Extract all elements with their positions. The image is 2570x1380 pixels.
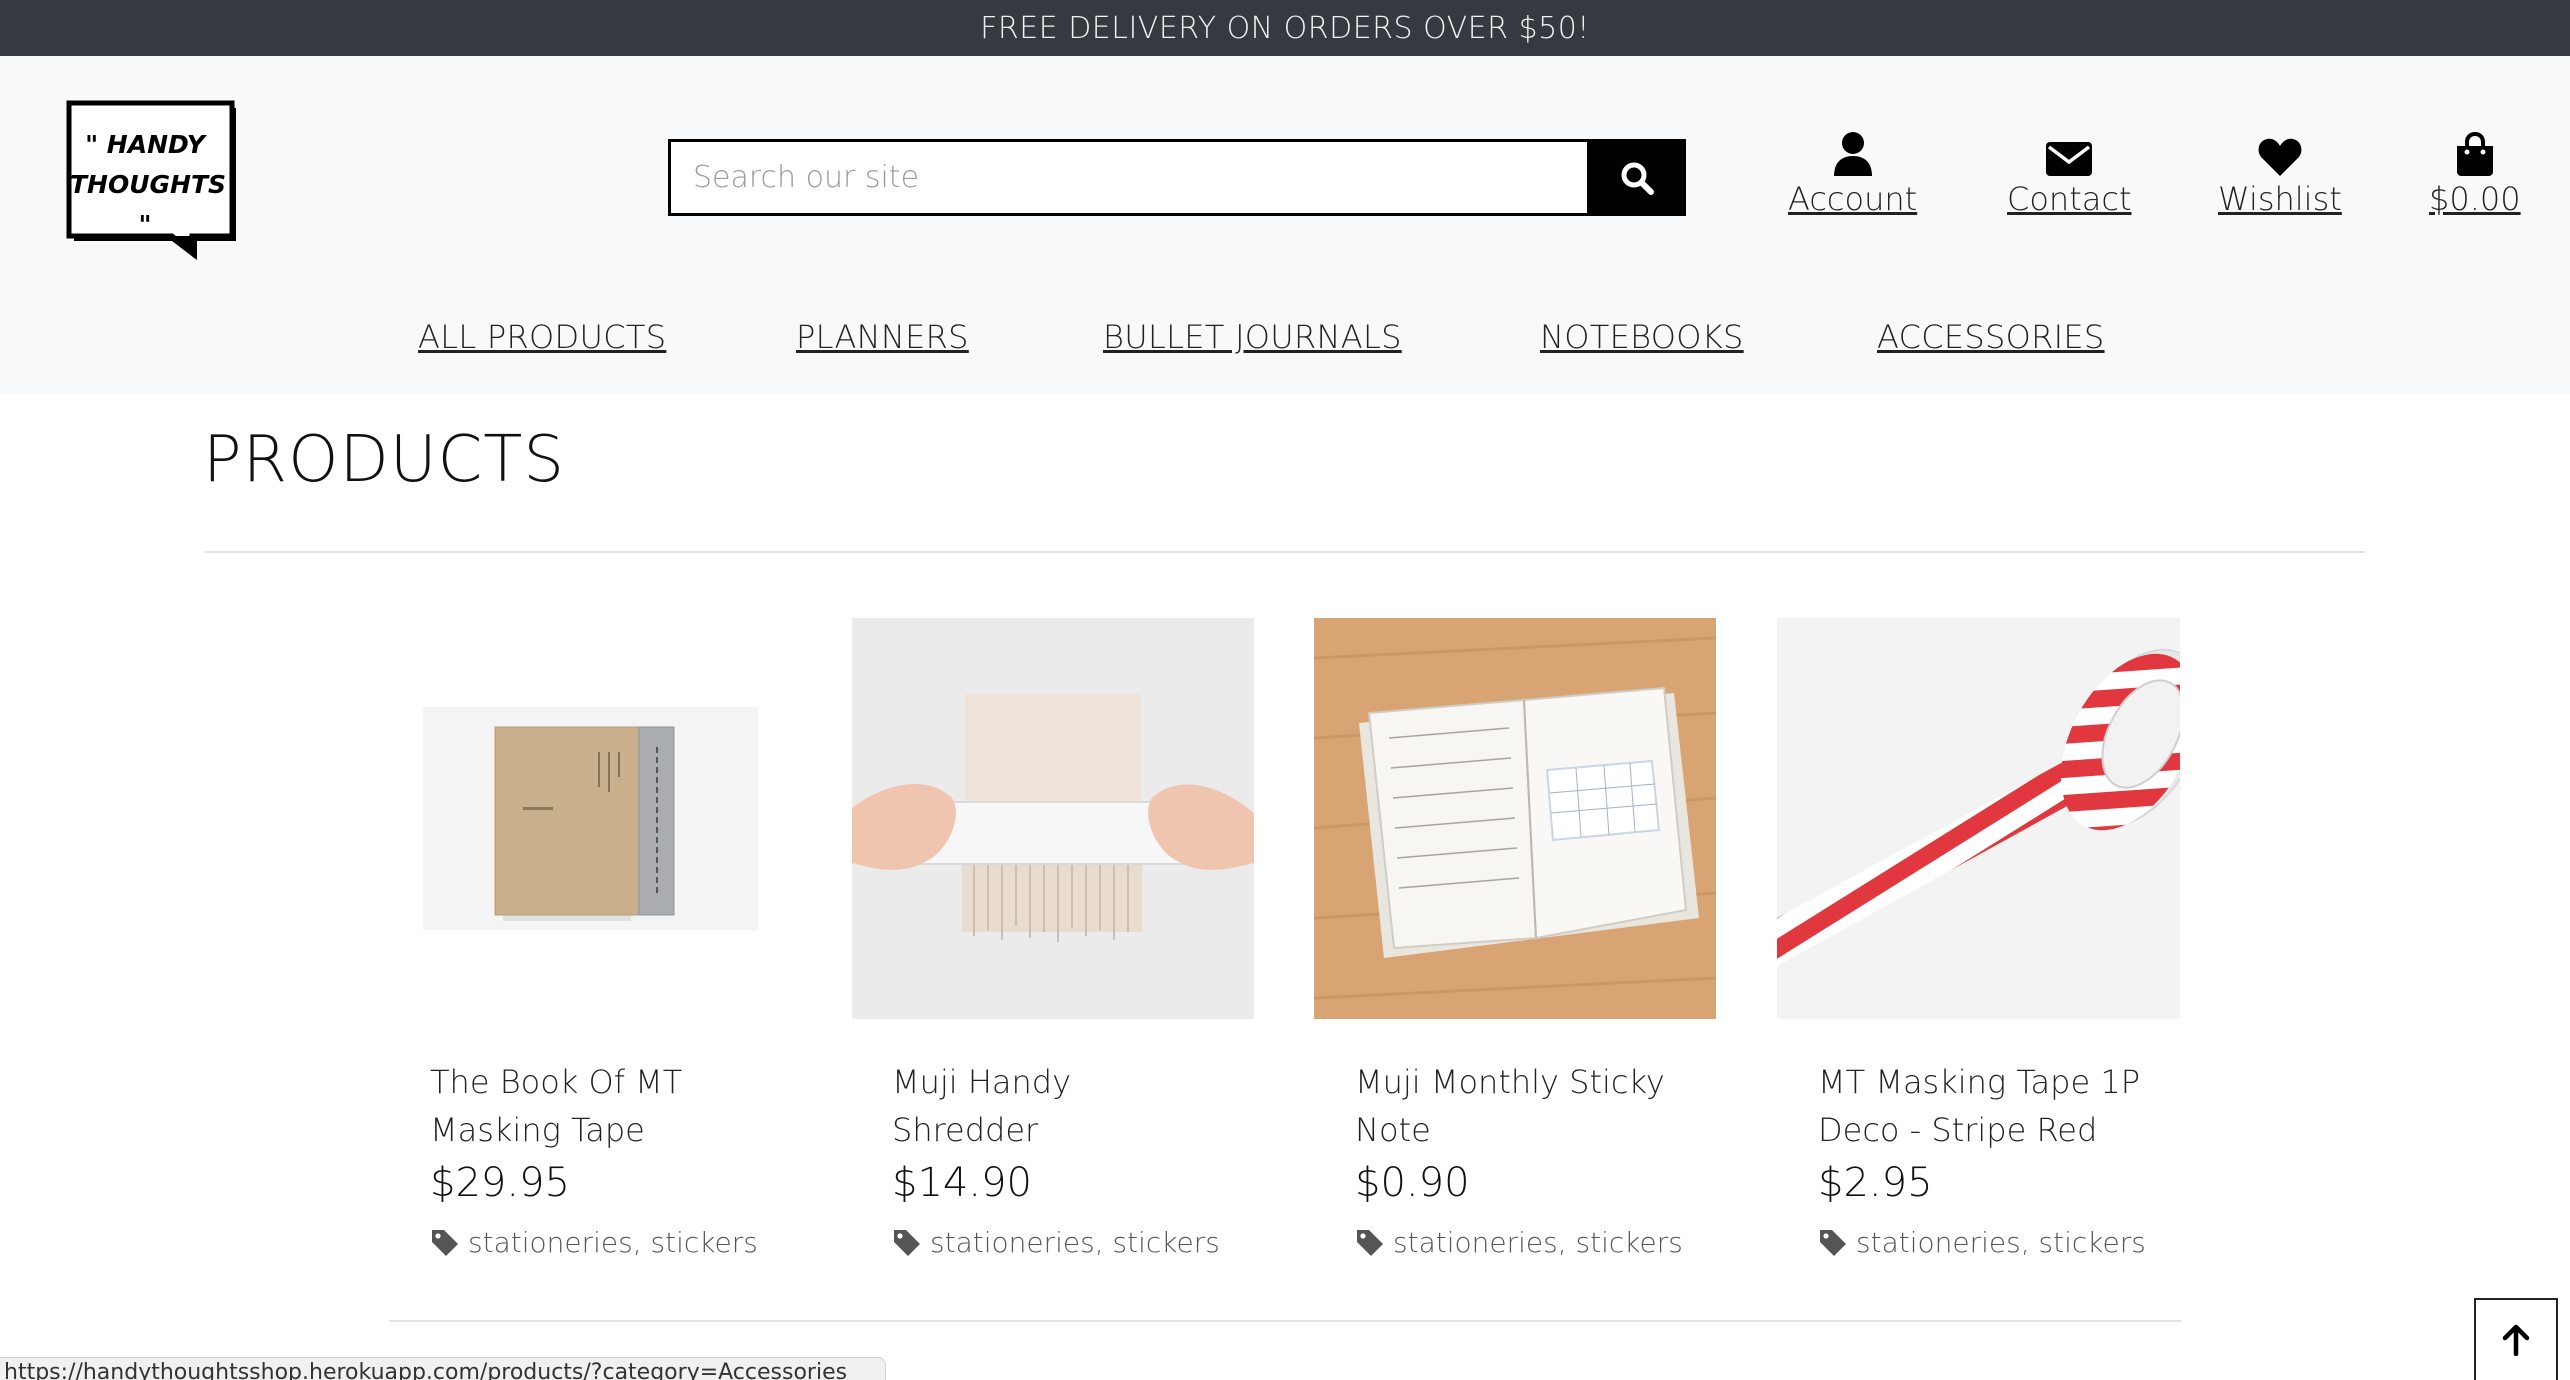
product-image[interactable] — [1777, 618, 2180, 1019]
tag-icon — [1357, 1229, 1383, 1256]
cart-total: $0.00 — [2429, 180, 2521, 218]
wishlist-link[interactable]: Wishlist — [2218, 126, 2342, 218]
product-name-line-1: The Book Of MT — [430, 1063, 683, 1101]
logo-line-1: " HANDY — [85, 130, 205, 159]
product-price: $14.90 — [892, 1160, 1032, 1206]
product-price: $2.95 — [1818, 1160, 1933, 1206]
product-name[interactable]: Muji Monthly Sticky Note — [1355, 1058, 1685, 1154]
product-name-line-2: Masking Tape — [430, 1111, 645, 1149]
tag-link[interactable]: stickers — [2039, 1226, 2146, 1259]
search-button[interactable] — [1587, 139, 1686, 216]
promo-banner-text: FREE DELIVERY ON ORDERS OVER $50! — [980, 10, 1590, 46]
product-image[interactable] — [423, 707, 758, 930]
product-name-line-1: Muji Monthly Sticky — [1355, 1063, 1665, 1101]
nav-accessories[interactable]: ACCESSORIES — [1877, 318, 2105, 356]
nav-notebooks[interactable]: NOTEBOOKS — [1540, 318, 1744, 356]
shopping-bag-icon — [2455, 126, 2495, 176]
tag-separator: , — [632, 1226, 651, 1259]
product-tags: stationeries, stickers — [1818, 1226, 2146, 1259]
product-tags: stationeries, stickers — [892, 1226, 1220, 1259]
user-icon — [1833, 126, 1872, 176]
page-title: PRODUCTS — [203, 423, 565, 497]
tag-link[interactable]: stickers — [1113, 1226, 1220, 1259]
product-image[interactable] — [1314, 618, 1716, 1019]
product-name-line-2: Note — [1355, 1111, 1431, 1149]
product-image[interactable] — [852, 618, 1254, 1019]
heart-icon — [2258, 126, 2302, 176]
product-name-line-1: MT Masking Tape 1P — [1818, 1063, 2140, 1101]
product-name[interactable]: The Book Of MT Masking Tape — [430, 1058, 760, 1154]
product-tags: stationeries, stickers — [1355, 1226, 1683, 1259]
tag-link[interactable]: stationeries — [1393, 1226, 1558, 1259]
account-link[interactable]: Account — [1788, 126, 1917, 218]
nav-all-products[interactable]: ALL PRODUCTS — [418, 318, 666, 356]
cart-link[interactable]: $0.00 — [2429, 126, 2521, 218]
search-icon — [1621, 162, 1654, 195]
tag-link[interactable]: stationeries — [930, 1226, 1095, 1259]
tag-separator: , — [1094, 1226, 1113, 1259]
tag-link[interactable]: stickers — [1576, 1226, 1683, 1259]
tag-icon — [894, 1229, 920, 1256]
status-bar-url: https://handythoughtsshop.herokuapp.com/… — [0, 1357, 886, 1380]
tag-icon — [432, 1229, 458, 1256]
contact-link[interactable]: Contact — [2007, 126, 2132, 218]
logo-text: " HANDY THOUGHTS " — [70, 125, 227, 245]
tag-link[interactable]: stationeries — [1856, 1226, 2021, 1259]
tag-link[interactable]: stationeries — [468, 1226, 633, 1259]
divider — [205, 551, 2365, 553]
product-name[interactable]: MT Masking Tape 1P Deco - Stripe Red — [1818, 1058, 2148, 1154]
arrow-up-icon — [2502, 1324, 2530, 1356]
product-name[interactable]: Muji Handy Shredder — [892, 1058, 1222, 1154]
divider — [389, 1320, 2181, 1322]
envelope-icon — [2046, 126, 2093, 176]
nav-bullet-journals[interactable]: BULLET JOURNALS — [1103, 318, 1402, 356]
contact-label: Contact — [2007, 180, 2132, 218]
product-name-line-1: Muji Handy — [892, 1063, 1072, 1101]
search-input[interactable] — [668, 139, 1587, 216]
tag-separator: , — [1557, 1226, 1576, 1259]
wishlist-label: Wishlist — [2218, 180, 2342, 218]
product-tags: stationeries, stickers — [430, 1226, 758, 1259]
tag-icon — [1820, 1229, 1846, 1256]
tag-link[interactable]: stickers — [651, 1226, 758, 1259]
account-label: Account — [1788, 180, 1918, 218]
product-price: $0.90 — [1355, 1160, 1470, 1206]
tag-separator: , — [2020, 1226, 2039, 1259]
promo-banner: FREE DELIVERY ON ORDERS OVER $50! — [0, 0, 2570, 56]
back-to-top-button[interactable] — [2474, 1298, 2558, 1380]
product-name-line-2: Deco - Stripe Red — [1818, 1111, 2098, 1149]
product-price: $29.95 — [430, 1160, 570, 1206]
search-form — [668, 139, 1686, 216]
logo-line-2: THOUGHTS " — [70, 170, 227, 239]
product-name-line-2: Shredder — [892, 1111, 1039, 1149]
nav-planners[interactable]: PLANNERS — [796, 318, 969, 356]
